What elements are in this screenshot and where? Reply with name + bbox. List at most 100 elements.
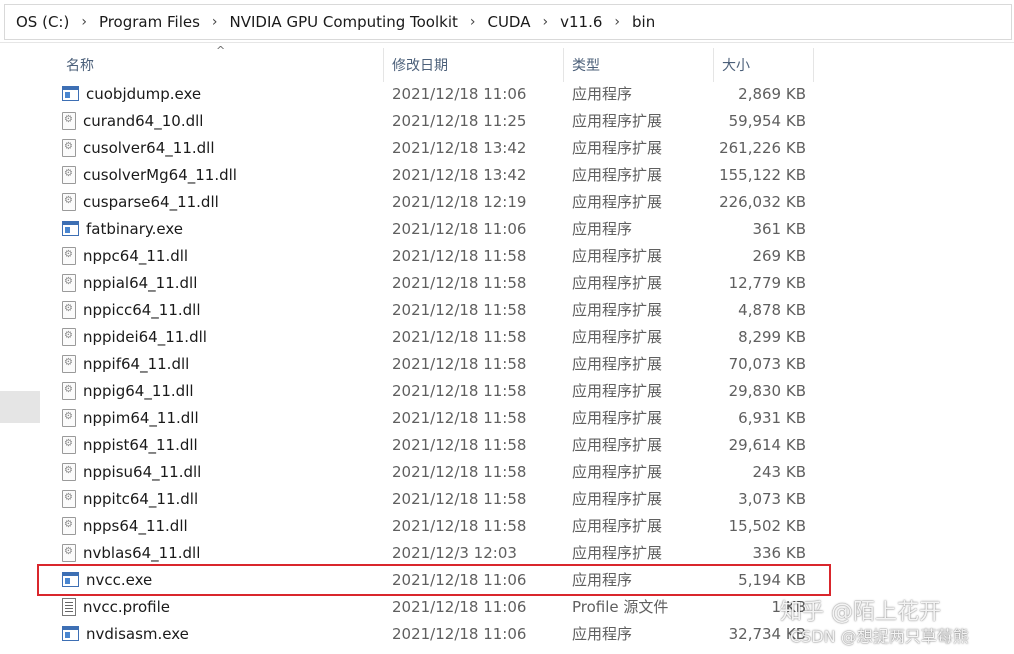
file-name: cusolver64_11.dll [83, 138, 215, 157]
breadcrumb-item[interactable]: Program Files [96, 13, 203, 31]
file-size: 15,502 KB [728, 516, 806, 535]
file-modified-date: 2021/12/18 11:58 [392, 462, 527, 481]
file-size: 243 KB [752, 462, 806, 481]
file-row[interactable]: nppc64_11.dll 2021/12/18 11:58 应用程序扩展 269 K… [62, 242, 822, 269]
file-name: curand64_10.dll [83, 111, 204, 130]
file-name-cell[interactable]: npps64_11.dll [62, 516, 384, 535]
file-modified-date: 2021/12/18 11:58 [392, 435, 527, 454]
column-header-name[interactable]: 名称 ^ [58, 44, 384, 82]
file-name-cell[interactable]: nppisu64_11.dll [62, 462, 384, 481]
file-size: 8,299 KB [738, 327, 806, 346]
file-modified-date: 2021/12/18 11:58 [392, 408, 527, 427]
file-name-cell[interactable]: curand64_10.dll [62, 111, 384, 130]
file-size: 361 KB [752, 219, 806, 238]
breadcrumb-separator-icon[interactable]: › [534, 14, 558, 30]
breadcrumb-item[interactable]: CUDA [484, 13, 533, 31]
breadcrumb-separator-icon[interactable]: › [72, 14, 96, 30]
file-modified-date: 2021/12/18 11:06 [392, 624, 527, 643]
file-name-cell[interactable]: cuobjdump.exe [62, 85, 384, 103]
file-type: Profile 源文件 [572, 598, 669, 616]
file-type: 应用程序扩展 [572, 490, 663, 508]
file-name: nvblas64_11.dll [83, 543, 201, 562]
file-row[interactable]: cuobjdump.exe 2021/12/18 11:06 应用程序 2,869 K… [62, 80, 822, 107]
file-name-cell[interactable]: cusparse64_11.dll [62, 192, 384, 211]
file-row[interactable]: nppisu64_11.dll 2021/12/18 11:58 应用程序扩展 243… [62, 458, 822, 485]
column-header-size[interactable]: 大小 [714, 48, 814, 82]
file-row[interactable]: nvdisasm.exe 2021/12/18 11:06 应用程序 32,734 K… [62, 620, 822, 647]
file-type: 应用程序扩展 [572, 247, 663, 265]
breadcrumb-item[interactable]: NVIDIA GPU Computing Toolkit [227, 13, 461, 31]
file-name: nppicc64_11.dll [83, 300, 201, 319]
exe-icon [62, 86, 79, 101]
dll-icon [62, 381, 76, 400]
file-name-cell[interactable]: cusolver64_11.dll [62, 138, 384, 157]
breadcrumb-separator-icon[interactable]: › [203, 14, 227, 30]
file-row[interactable]: cusparse64_11.dll 2021/12/18 12:19 应用程序扩展 2… [62, 188, 822, 215]
file-name: nvdisasm.exe [86, 624, 189, 643]
file-row[interactable]: nppitc64_11.dll 2021/12/18 11:58 应用程序扩展 3,0… [62, 485, 822, 512]
navigation-pane[interactable] [0, 44, 44, 654]
breadcrumb-separator-icon[interactable]: › [461, 14, 485, 30]
dll-icon [62, 489, 76, 508]
file-row[interactable]: npps64_11.dll 2021/12/18 11:58 应用程序扩展 15,50… [62, 512, 822, 539]
file-name-cell[interactable]: nppc64_11.dll [62, 246, 384, 265]
breadcrumb-separator-icon[interactable]: › [605, 14, 629, 30]
exe-icon [62, 626, 79, 641]
breadcrumb-item[interactable]: v11.6 [557, 13, 605, 31]
file-row[interactable]: nppif64_11.dll 2021/12/18 11:58 应用程序扩展 70,0… [62, 350, 822, 377]
file-modified-date: 2021/12/18 12:19 [392, 192, 527, 211]
dll-icon [62, 138, 76, 157]
file-row[interactable]: curand64_10.dll 2021/12/18 11:25 应用程序扩展 59,… [62, 107, 822, 134]
file-modified-date: 2021/12/18 11:58 [392, 273, 527, 292]
file-row[interactable]: cusolverMg64_11.dll 2021/12/18 13:42 应用程序扩… [62, 161, 822, 188]
file-name-cell[interactable]: cusolverMg64_11.dll [62, 165, 384, 184]
file-list: cuobjdump.exe 2021/12/18 11:06 应用程序 2,869 K… [62, 80, 822, 647]
file-modified-date: 2021/12/18 11:06 [392, 219, 527, 238]
file-row[interactable]: nppial64_11.dll 2021/12/18 11:58 应用程序扩展 12,… [62, 269, 822, 296]
file-name-cell[interactable]: nppif64_11.dll [62, 354, 384, 373]
file-name-cell[interactable]: nppim64_11.dll [62, 408, 384, 427]
file-size: 226,032 KB [719, 192, 806, 211]
file-name-cell[interactable]: nvblas64_11.dll [62, 543, 384, 562]
file-row[interactable]: nppicc64_11.dll 2021/12/18 11:58 应用程序扩展 4,8… [62, 296, 822, 323]
file-row[interactable]: nvcc.profile 2021/12/18 11:06 Profile 源文件 1… [62, 593, 822, 620]
file-row[interactable]: cusolver64_11.dll 2021/12/18 13:42 应用程序扩展 2… [62, 134, 822, 161]
file-modified-date: 2021/12/18 11:06 [392, 84, 527, 103]
file-type: 应用程序扩展 [572, 301, 663, 319]
breadcrumb-item[interactable]: bin [629, 13, 658, 31]
file-name-cell[interactable]: nppist64_11.dll [62, 435, 384, 454]
file-row[interactable]: nppig64_11.dll 2021/12/18 11:58 应用程序扩展 29,8… [62, 377, 822, 404]
file-name-cell[interactable]: nppig64_11.dll [62, 381, 384, 400]
file-name-cell[interactable]: nppial64_11.dll [62, 273, 384, 292]
dll-icon [62, 192, 76, 211]
column-header-type[interactable]: 类型 [564, 48, 714, 82]
file-modified-date: 2021/12/3 12:03 [392, 543, 517, 562]
file-size: 6,931 KB [738, 408, 806, 427]
file-size: 3,073 KB [738, 489, 806, 508]
file-name-cell[interactable]: nvcc.profile [62, 597, 384, 616]
navigation-selected-item[interactable] [0, 391, 40, 423]
file-size: 12,779 KB [728, 273, 806, 292]
file-row[interactable]: nppim64_11.dll 2021/12/18 11:58 应用程序扩展 6,93… [62, 404, 822, 431]
file-name: nppif64_11.dll [83, 354, 190, 373]
file-type: 应用程序扩展 [572, 409, 663, 427]
column-header: 名称 ^ 修改日期 类型 大小 [58, 44, 818, 82]
column-header-date[interactable]: 修改日期 [384, 48, 564, 82]
file-name-cell[interactable]: fatbinary.exe [62, 220, 384, 238]
file-row[interactable]: nppist64_11.dll 2021/12/18 11:58 应用程序扩展 29,… [62, 431, 822, 458]
file-modified-date: 2021/12/18 11:58 [392, 489, 527, 508]
file-name-cell[interactable]: nvdisasm.exe [62, 625, 384, 643]
file-name: nppial64_11.dll [83, 273, 198, 292]
file-name-cell[interactable]: nppitc64_11.dll [62, 489, 384, 508]
file-row[interactable]: fatbinary.exe 2021/12/18 11:06 应用程序 361 KB [62, 215, 822, 242]
file-name-cell[interactable]: nppidei64_11.dll [62, 327, 384, 346]
file-row[interactable]: nvblas64_11.dll 2021/12/3 12:03 应用程序扩展 336 … [62, 539, 822, 566]
file-row[interactable]: nppidei64_11.dll 2021/12/18 11:58 应用程序扩展 8,… [62, 323, 822, 350]
file-modified-date: 2021/12/18 11:58 [392, 381, 527, 400]
breadcrumb-item[interactable]: OS (C:) [13, 13, 72, 31]
file-name-cell[interactable]: nppicc64_11.dll [62, 300, 384, 319]
vertical-scrollbar[interactable] [1000, 44, 1014, 654]
file-name: nppim64_11.dll [83, 408, 199, 427]
text-file-icon [62, 597, 76, 616]
breadcrumb[interactable]: OS (C:) › Program Files › NVIDIA GPU Computi… [4, 4, 1012, 40]
